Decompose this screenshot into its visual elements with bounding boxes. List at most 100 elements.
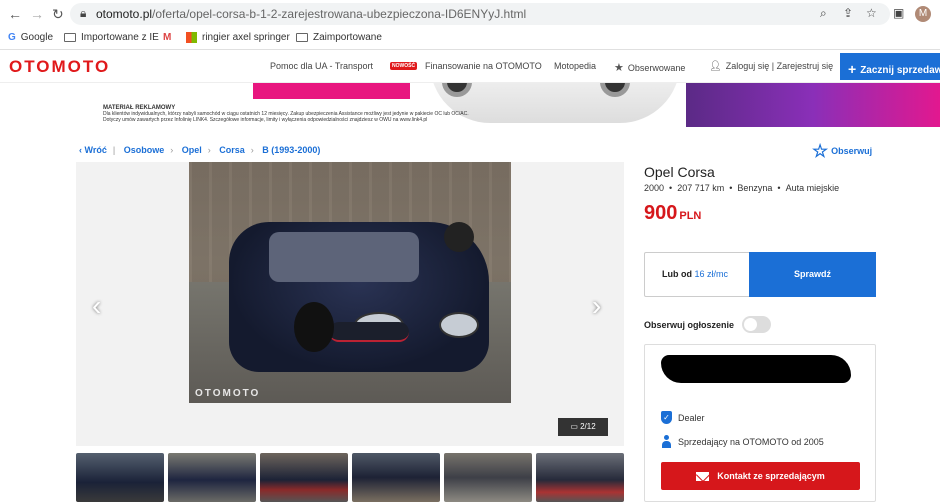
- photo-car-headlight: [439, 312, 479, 338]
- breadcrumb-generation[interactable]: B (1993-2000): [262, 145, 320, 155]
- plus-icon: +: [848, 61, 857, 77]
- seller-since: Sprzedający na OTOMOTO od 2005: [661, 435, 824, 448]
- bookmark-label: ringier axel springer: [202, 32, 290, 43]
- nav-login[interactable]: 👤︎ Zaloguj się | Zarejestruj się: [709, 61, 833, 72]
- ad-pink-block: [253, 83, 410, 99]
- breadcrumb: ‹ Wróć | Osobowe › Opel › Corsa › B (1993-20…: [79, 145, 320, 155]
- seller-since-label: Sprzedający na OTOMOTO od 2005: [678, 436, 824, 447]
- verified-shield-icon: ✓: [661, 411, 672, 424]
- side-panel-icon[interactable]: ▣: [893, 6, 904, 20]
- breadcrumb-opel[interactable]: Opel: [182, 145, 202, 155]
- bookmarks-bar: G Google Importowane z IE M ringier axel …: [0, 28, 940, 50]
- thumbnail[interactable]: [352, 453, 440, 502]
- person-icon: [661, 435, 672, 448]
- windows-icon: [186, 32, 197, 43]
- back-link-label: Wróć: [84, 145, 107, 155]
- star-outline-icon: ☆: [812, 141, 829, 161]
- nav-financing[interactable]: Finansowanie na OTOMOTO: [425, 61, 542, 71]
- photo-counter[interactable]: ▭ 2/12: [558, 418, 608, 436]
- forward-icon[interactable]: →: [30, 6, 44, 22]
- breadcrumb-separator: |: [112, 145, 116, 155]
- seller-type: ✓ Dealer: [661, 411, 705, 424]
- contact-seller-label: Kontakt ze sprzedającym: [717, 471, 825, 481]
- start-selling-button[interactable]: +Zacznij sprzedawać: [840, 53, 940, 80]
- observe-button[interactable]: ☆ Obserwuj: [812, 141, 873, 161]
- zoom-icon[interactable]: ⌕: [820, 6, 827, 21]
- bookmark-zaimportowane[interactable]: Zaimportowane: [296, 32, 382, 43]
- thumbnail[interactable]: [260, 453, 348, 502]
- seller-box: ✓ Dealer Sprzedający na OTOMOTO od 2005 K…: [644, 344, 876, 502]
- photo-car-grille: [329, 322, 409, 342]
- photo-counter-label: 2/12: [580, 422, 596, 431]
- bookmark-label: Importowane z IE: [81, 32, 159, 43]
- price-currency: PLN: [679, 210, 702, 222]
- site-header: OTOMOTO Pomoc dla UA - Transport NOWOŚĆ …: [0, 50, 940, 83]
- ad-banner[interactable]: MATERIAŁ REKLAMOWY Dla klientów indywidu…: [0, 83, 940, 127]
- ad-car-wheel: [600, 83, 630, 97]
- bookmark-importowane[interactable]: Importowane z IE: [64, 32, 159, 43]
- breadcrumb-separator: ›: [207, 145, 211, 155]
- thumbnail[interactable]: [536, 453, 624, 502]
- nav-ua-help[interactable]: Pomoc dla UA - Transport: [270, 61, 373, 71]
- bookmark-star-icon[interactable]: ☆: [866, 6, 877, 20]
- breadcrumb-osobowe[interactable]: Osobowe: [124, 145, 165, 155]
- financing-text: Lub od 16 zł/mc: [662, 269, 728, 279]
- star-icon: ★: [614, 62, 624, 74]
- redacted-seller-name: [661, 355, 851, 383]
- param-separator: •: [777, 183, 781, 193]
- gallery-icon: ▭: [570, 422, 581, 431]
- photo-car-window: [269, 232, 419, 282]
- gmail-icon: M: [163, 32, 172, 43]
- thumbnail[interactable]: [76, 453, 164, 502]
- bookmark-label: Google: [20, 32, 54, 43]
- observe-label: Obserwuj: [831, 146, 873, 156]
- back-icon[interactable]: ←: [8, 6, 22, 22]
- breadcrumb-corsa[interactable]: Corsa: [219, 145, 245, 155]
- thumbnail-strip: [76, 453, 624, 502]
- param-fuel: Benzyna: [737, 183, 773, 193]
- check-financing-button[interactable]: Sprawdź: [749, 252, 876, 297]
- financing-box: Lub od 16 zł/mc Sprawdź: [644, 252, 876, 297]
- prev-photo-arrow[interactable]: ‹: [92, 290, 101, 322]
- bookmark-ringier[interactable]: ringier axel springer: [186, 32, 290, 43]
- new-badge: NOWOŚĆ: [390, 62, 418, 70]
- photo-car-wheel: [294, 302, 334, 352]
- bookmark-gmail[interactable]: M: [163, 32, 171, 43]
- nav-observed[interactable]: ★ Obserwowane: [614, 61, 685, 74]
- param-separator: •: [669, 183, 673, 193]
- bookmark-label: Zaimportowane: [313, 32, 382, 43]
- reload-icon[interactable]: ↻: [52, 6, 64, 23]
- back-link[interactable]: ‹ Wróć: [79, 145, 107, 155]
- url-text[interactable]: otomoto.pl/oferta/opel-corsa-b-1-2-zarej…: [96, 7, 526, 21]
- breadcrumb-separator: ›: [170, 145, 174, 155]
- price-value: 900: [644, 202, 678, 224]
- profile-avatar[interactable]: M: [915, 6, 931, 22]
- follow-listing-label: Obserwuj ogłoszenie: [644, 320, 735, 330]
- thumbnail[interactable]: [168, 453, 256, 502]
- next-photo-arrow[interactable]: ›: [592, 290, 601, 322]
- thumbnail[interactable]: [444, 453, 532, 502]
- envelope-icon: [696, 471, 710, 481]
- folder-icon: [64, 33, 76, 42]
- param-separator: •: [729, 183, 733, 193]
- contact-seller-button[interactable]: Kontakt ze sprzedającym: [661, 462, 860, 490]
- lock-icon[interactable]: 🔒︎: [80, 6, 86, 21]
- ad-gradient: [686, 83, 940, 127]
- ad-text: MATERIAŁ REKLAMOWY Dla klientów indywidu…: [103, 105, 483, 123]
- bookmark-google[interactable]: G Google: [8, 32, 53, 43]
- param-mileage: 207 717 km: [677, 183, 725, 193]
- main-photo[interactable]: OTOMOTO: [189, 162, 511, 403]
- otomoto-logo[interactable]: OTOMOTO: [9, 57, 110, 77]
- nav-motopedia[interactable]: Motopedia: [554, 61, 596, 71]
- share-icon[interactable]: ⇪: [843, 6, 853, 20]
- nav-observed-label: Obserwowane: [627, 63, 686, 73]
- param-type: Auta miejskie: [785, 183, 840, 193]
- listing-params: 2000 • 207 717 km • Benzyna • Auta miejskie: [644, 183, 839, 193]
- nav-login-label: Zaloguj się | Zarejestruj się: [725, 61, 834, 71]
- follow-listing-toggle[interactable]: [742, 316, 771, 333]
- financing-prefix: Lub od: [662, 269, 692, 279]
- browser-toolbar: ← → ↻ 🔒︎ otomoto.pl/oferta/opel-corsa-b-…: [0, 0, 940, 28]
- breadcrumb-separator: ›: [250, 145, 254, 155]
- url-domain: otomoto.pl: [96, 7, 153, 21]
- ad-line: Dotyczy umów zawartych przez Infolinię L…: [103, 117, 428, 123]
